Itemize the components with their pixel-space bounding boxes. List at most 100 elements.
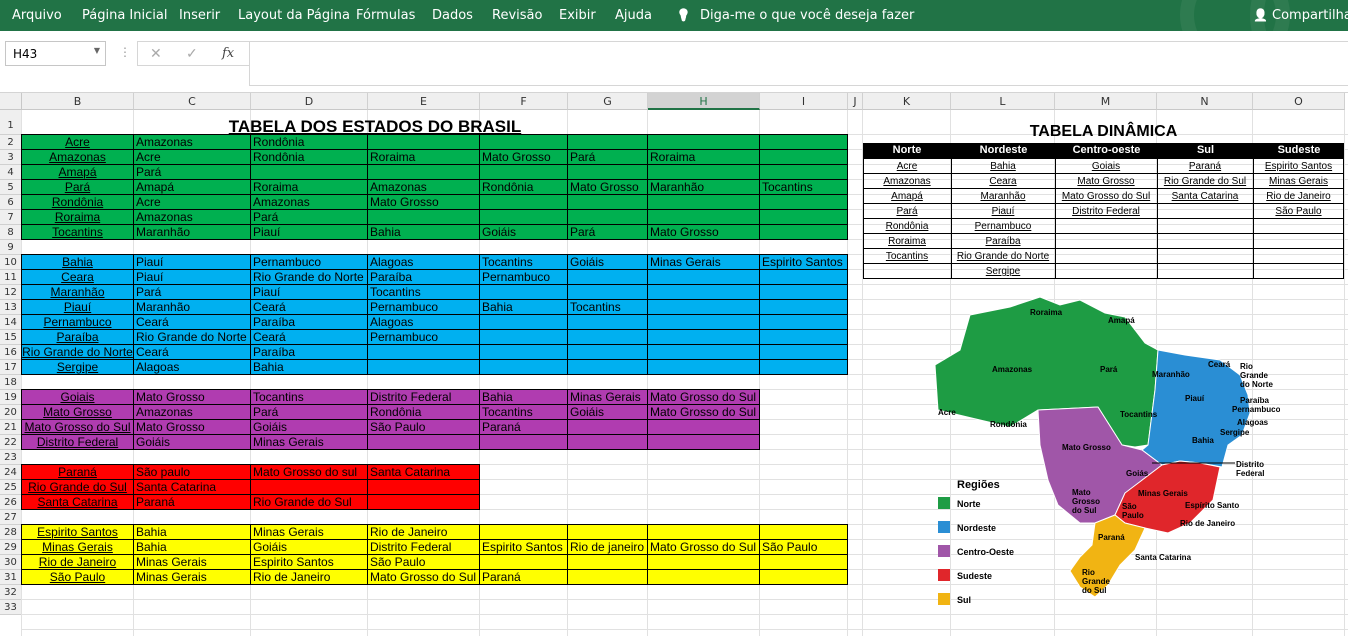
- neighbor-cell[interactable]: Bahia: [251, 360, 284, 375]
- state-cell[interactable]: Santa Catarina: [22, 495, 133, 510]
- pivot-cell[interactable]: Pernambuco: [951, 219, 1055, 234]
- neighbor-cell[interactable]: Tocantins: [368, 285, 421, 300]
- neighbor-cell[interactable]: Acre: [134, 195, 161, 210]
- neighbor-cell[interactable]: Mato Grosso: [134, 420, 205, 435]
- neighbor-cell[interactable]: Alagoas: [368, 255, 413, 270]
- tab-ajuda[interactable]: Ajuda: [615, 8, 652, 23]
- row-header-14[interactable]: 14: [0, 315, 22, 330]
- state-cell[interactable]: Rio de Janeiro: [22, 555, 133, 570]
- neighbor-cell[interactable]: Distrito Federal: [368, 390, 451, 405]
- column-header-n[interactable]: N: [1157, 93, 1253, 110]
- column-header-c[interactable]: C: [134, 93, 251, 110]
- neighbor-cell[interactable]: Rondônia: [251, 135, 304, 150]
- neighbor-cell[interactable]: Amazonas: [368, 180, 427, 195]
- neighbor-cell[interactable]: Distrito Federal: [368, 540, 451, 555]
- row-header-12[interactable]: 12: [0, 285, 22, 300]
- pivot-cell[interactable]: Espirito Santos: [1253, 159, 1344, 174]
- pivot-cell[interactable]: São Paulo: [1253, 204, 1344, 219]
- neighbor-cell[interactable]: Mato Grosso do sul: [251, 465, 357, 480]
- state-cell[interactable]: Roraima: [22, 210, 133, 225]
- neighbor-cell[interactable]: Roraima: [648, 150, 695, 165]
- pivot-cell[interactable]: Rondônia: [863, 219, 951, 234]
- tab-página-inicial[interactable]: Página Inicial: [82, 8, 167, 23]
- neighbor-cell[interactable]: São Paulo: [368, 555, 425, 570]
- neighbor-cell[interactable]: São Paulo: [368, 420, 425, 435]
- neighbor-cell[interactable]: Minas Gerais: [568, 390, 641, 405]
- state-cell[interactable]: Amapá: [22, 165, 133, 180]
- pivot-header-sul[interactable]: Sul: [1157, 143, 1253, 158]
- neighbor-cell[interactable]: Mato Grosso do Sul: [368, 570, 476, 585]
- column-header-d[interactable]: D: [251, 93, 368, 110]
- column-header-j[interactable]: J: [848, 93, 863, 110]
- pivot-cell[interactable]: Rio de Janeiro: [1253, 189, 1344, 204]
- neighbor-cell[interactable]: Rio Grande do Norte: [134, 330, 247, 345]
- row-header-22[interactable]: 22: [0, 435, 22, 450]
- column-header-h[interactable]: H: [648, 93, 760, 110]
- neighbor-cell[interactable]: Amazonas: [134, 135, 193, 150]
- neighbor-cell[interactable]: Mato Grosso: [568, 180, 639, 195]
- spreadsheet-grid[interactable]: B C D E F G H I J K L M N O 1 2 3 4 5 6 7 8 9 10 11 12 13 14 15 16 17 1…: [0, 93, 1348, 636]
- state-cell[interactable]: Maranhão: [22, 285, 133, 300]
- state-cell[interactable]: Bahia: [22, 255, 133, 270]
- neighbor-cell[interactable]: Pará: [251, 405, 278, 420]
- column-header-k[interactable]: K: [863, 93, 951, 110]
- state-cell[interactable]: Amazonas: [22, 150, 133, 165]
- neighbor-cell[interactable]: Paraná: [480, 570, 521, 585]
- neighbor-cell[interactable]: Goiáis: [568, 255, 604, 270]
- neighbor-cell[interactable]: Piauí: [251, 225, 280, 240]
- pivot-header-centro-oeste[interactable]: Centro-oeste: [1055, 143, 1157, 158]
- row-header-29[interactable]: 29: [0, 540, 22, 555]
- row-header-16[interactable]: 16: [0, 345, 22, 360]
- neighbor-cell[interactable]: Bahia: [134, 540, 167, 555]
- pivot-cell[interactable]: Tocantins: [863, 249, 951, 264]
- neighbor-cell[interactable]: Tocantins: [251, 390, 304, 405]
- neighbor-cell[interactable]: Minas Gerais: [251, 525, 324, 540]
- neighbor-cell[interactable]: Bahia: [480, 390, 513, 405]
- pivot-cell[interactable]: Mato Grosso: [1055, 174, 1157, 189]
- column-header-o[interactable]: O: [1253, 93, 1345, 110]
- row-header-6[interactable]: 6: [0, 195, 22, 210]
- neighbor-cell[interactable]: Rio Grande do Norte: [251, 270, 364, 285]
- neighbor-cell[interactable]: Pará: [251, 210, 278, 225]
- state-cell[interactable]: Paraná: [22, 465, 133, 480]
- column-header-g[interactable]: G: [568, 93, 648, 110]
- neighbor-cell[interactable]: Mato Grosso do Sul: [648, 390, 756, 405]
- tab-dados[interactable]: Dados: [432, 8, 473, 23]
- formula-input[interactable]: [249, 41, 1348, 86]
- neighbor-cell[interactable]: Pará: [134, 165, 161, 180]
- row-header-10[interactable]: 10: [0, 255, 22, 270]
- tab-arquivo[interactable]: Arquivo: [12, 8, 62, 23]
- column-header-f[interactable]: F: [480, 93, 568, 110]
- neighbor-cell[interactable]: Rondônia: [480, 180, 533, 195]
- row-header-25[interactable]: 25: [0, 480, 22, 495]
- neighbor-cell[interactable]: Rio de janeiro: [568, 540, 644, 555]
- neighbor-cell[interactable]: Paraíba: [251, 315, 295, 330]
- row-header-4[interactable]: 4: [0, 165, 22, 180]
- tab-fórmulas[interactable]: Fórmulas: [356, 8, 415, 23]
- row-header-9[interactable]: 9: [0, 240, 22, 255]
- neighbor-cell[interactable]: Tocantins: [480, 405, 533, 420]
- pivot-cell[interactable]: Pará: [863, 204, 951, 219]
- chevron-down-icon[interactable]: ▼: [94, 46, 100, 55]
- pivot-cell[interactable]: Rio Grande do Sul: [1157, 174, 1253, 189]
- state-cell[interactable]: Minas Gerais: [22, 540, 133, 555]
- pivot-cell[interactable]: Rio Grande do Norte: [951, 249, 1055, 264]
- neighbor-cell[interactable]: Ceará: [134, 315, 169, 330]
- pivot-cell[interactable]: Paraná: [1157, 159, 1253, 174]
- insert-function-icon[interactable]: fx: [222, 46, 234, 61]
- tab-exibir[interactable]: Exibir: [559, 8, 596, 23]
- state-cell[interactable]: Rio Grande do Sul: [22, 480, 133, 495]
- share-button[interactable]: Compartilhar: [1272, 8, 1348, 23]
- neighbor-cell[interactable]: Amazonas: [134, 210, 193, 225]
- row-header-2[interactable]: 2: [0, 135, 22, 150]
- tab-layout-da-página[interactable]: Layout da Página: [238, 8, 350, 23]
- neighbor-cell[interactable]: Maranhão: [134, 300, 190, 315]
- neighbor-cell[interactable]: Mato Grosso do Sul: [648, 540, 756, 555]
- neighbor-cell[interactable]: Pernambuco: [251, 255, 321, 270]
- pivot-header-norte[interactable]: Norte: [863, 143, 951, 158]
- neighbor-cell[interactable]: Tocantins: [480, 255, 533, 270]
- state-cell[interactable]: Mato Grosso: [22, 405, 133, 420]
- neighbor-cell[interactable]: Paraíba: [368, 270, 412, 285]
- lightbulb-icon[interactable]: 💡: [676, 8, 691, 22]
- neighbor-cell[interactable]: Roraima: [368, 150, 415, 165]
